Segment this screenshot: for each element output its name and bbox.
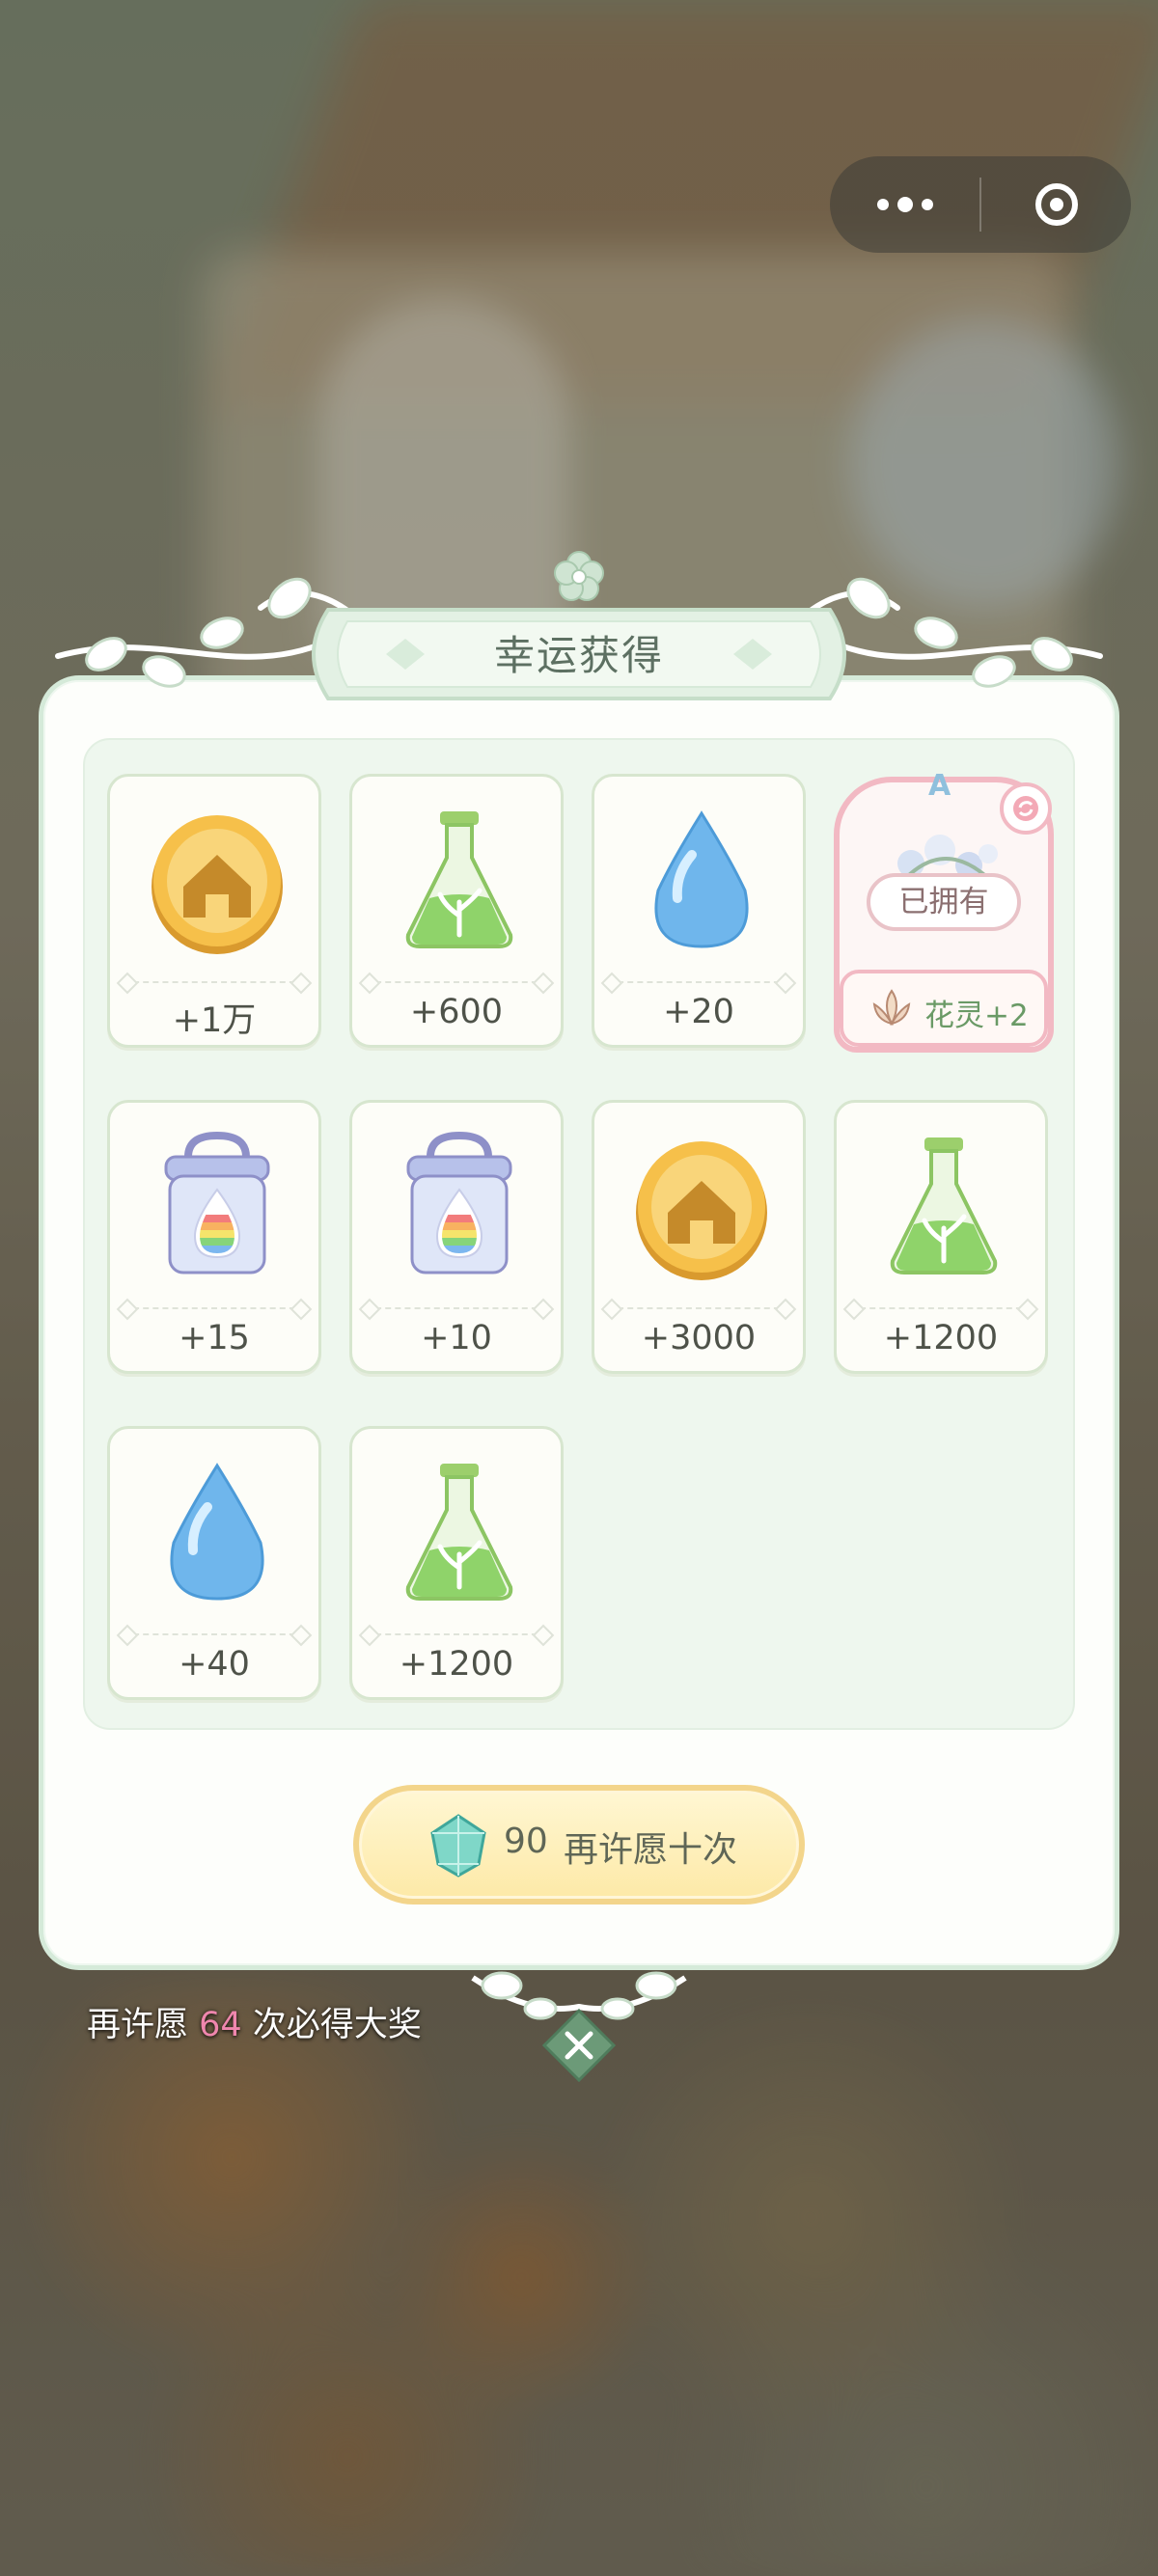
pity-counter: 再许愿 64 次必得大奖 [87, 2006, 422, 2044]
refresh-icon [1013, 796, 1038, 821]
wish-ten-times-button[interactable]: 90 再许愿十次 [353, 1785, 805, 1905]
reward-amount: +20 [663, 993, 734, 1031]
flower-spirit-card[interactable]: A 已拥有 花灵+2 [834, 769, 1054, 1053]
spirit-grade: A [928, 769, 951, 803]
reward-amount: +600 [409, 993, 504, 1031]
reward-amount: +1万 [172, 1001, 257, 1040]
water-drop-icon [654, 810, 749, 948]
gold-house-coin-icon [636, 1141, 767, 1280]
close-button[interactable] [540, 2007, 618, 2084]
reward-card[interactable]: +20 [592, 774, 806, 1048]
reward-amount: +40 [179, 1645, 250, 1684]
close-icon [541, 2008, 617, 2083]
target-circle-icon [1034, 183, 1078, 226]
wish-label: 再许愿十次 [564, 1830, 738, 1870]
refresh-button[interactable] [1000, 782, 1052, 835]
reward-card[interactable]: +1万 [107, 774, 321, 1048]
reward-amount: +10 [421, 1319, 492, 1357]
more-options-button[interactable] [830, 156, 979, 253]
reward-card[interactable]: +10 [349, 1100, 564, 1374]
reward-amount: +1200 [883, 1319, 999, 1357]
reward-amount: +15 [179, 1319, 250, 1357]
reward-card[interactable]: +600 [349, 774, 564, 1048]
reward-card[interactable]: +3000 [592, 1100, 806, 1374]
green-potion-flask-icon [405, 1464, 513, 1601]
reward-card[interactable]: +40 [107, 1426, 321, 1700]
lotus-icon [872, 989, 911, 1027]
close-mini-program-button[interactable] [981, 156, 1131, 253]
spirit-reward-label: 花灵+2 [840, 970, 1048, 1047]
reward-card[interactable]: +15 [107, 1100, 321, 1374]
gold-house-coin-icon [152, 815, 283, 954]
green-potion-flask-icon [890, 1137, 998, 1274]
reward-card[interactable]: +1200 [349, 1426, 564, 1700]
reward-amount: +3000 [641, 1319, 757, 1357]
rainbow-dye-jar-icon [406, 1131, 512, 1274]
mini-program-capsule [830, 156, 1131, 253]
pity-count: 64 [199, 2006, 242, 2044]
reward-card[interactable]: +1200 [834, 1100, 1048, 1374]
spirit-amount: 花灵+2 [924, 999, 1029, 1033]
more-dots-icon [876, 199, 889, 210]
dialog-title: 幸运获得 [493, 632, 664, 679]
crystal-gem-icon [430, 1814, 486, 1877]
wish-cost: 90 [504, 1822, 548, 1861]
water-drop-icon [170, 1463, 264, 1601]
green-potion-flask-icon [405, 811, 513, 948]
rainbow-dye-jar-icon [164, 1131, 270, 1274]
reward-amount: +1200 [399, 1645, 514, 1684]
owned-badge: 已拥有 [867, 873, 1021, 931]
